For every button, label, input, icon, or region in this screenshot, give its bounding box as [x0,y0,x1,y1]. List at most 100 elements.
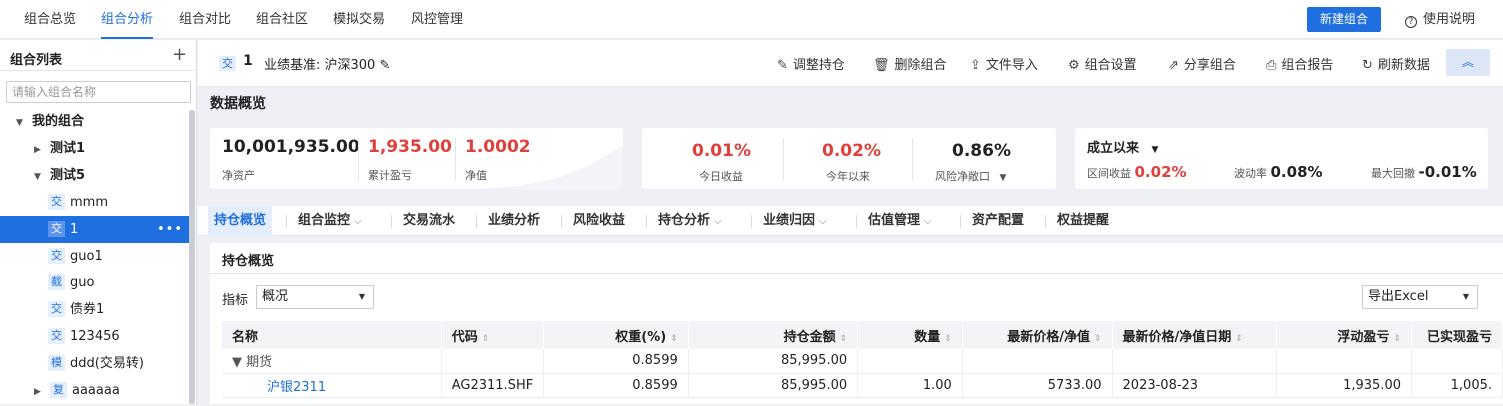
subtab-label: 权益提醒 [1057,213,1110,228]
column-header-6[interactable]: 最新价格/净值日期 ⇕ [1112,321,1278,349]
tree-item-label: ddd(交易转) [70,356,144,372]
subtab-0[interactable]: 持仓概览 [208,206,273,236]
scrollbar-thumb[interactable] [189,110,195,404]
toolbar-action-1[interactable]: 🗑 删除组合 [873,54,947,73]
collapse-icon[interactable]: ︽ [1446,49,1490,76]
subtab-label: 估值管理 [868,213,921,228]
chevron-down-icon: ⌵ [924,216,932,227]
table-cell: AG2311.SHF [441,373,545,398]
settings-icon: ⚙ [1068,58,1080,73]
subtab-4[interactable]: 风险收益 [573,206,625,236]
tree-item-label: guo [70,275,95,291]
toolbar-action-2[interactable]: ⇪ 文件导入 [970,54,1038,73]
tree-item-3[interactable]: 交 mmm [0,189,189,216]
add-portfolio-icon[interactable]: + [172,44,187,65]
column-header-8[interactable]: 已实现盈亏 [1411,321,1503,349]
chevron-down-icon: ▼ [1462,292,1469,301]
nav-label: 净值 [465,169,487,182]
benchmark-label: 业绩基准: 沪深300 ✎ [264,58,391,73]
tree-item-2[interactable]: ▼ 测试5 [0,162,189,189]
new-portfolio-button[interactable]: 新建组合 [1307,7,1381,32]
indicator-select[interactable]: 概况 ▼ [256,285,374,309]
subtab-6[interactable]: 业绩归因 ⌵ [763,206,827,236]
sort-icon[interactable]: ⇕ [944,334,952,344]
period-dropdown[interactable]: 成立以来 ▼ [1087,137,1158,156]
tree-item-4[interactable]: 交 1 ••• [0,215,189,243]
sort-icon[interactable]: ⇕ [840,334,848,344]
tree-item-label: 测试1 [50,140,86,156]
tree-item-6[interactable]: 截 guo [0,269,189,296]
edit-benchmark-icon[interactable]: ✎ [379,58,390,73]
caret-right-icon[interactable]: ▶ [34,137,44,164]
tree-item-7[interactable]: 交债券1 [0,296,189,323]
tree-item-9[interactable]: 模 ddd(交易转) [0,350,189,377]
portfolio-type-tag: 交 [48,301,65,318]
tree-item-8[interactable]: 交 123456 [0,323,189,350]
tree-item-10[interactable]: ▶ 复 aaaaaa [0,377,189,404]
column-header-7[interactable]: 浮动盈亏 ⇕ [1276,321,1412,349]
subtab-3[interactable]: 业绩分析 [488,206,540,236]
analysis-subtabs: 持仓概览 组合监控 ⌵ 交易流水 业绩分析 风险收益 持仓分析 ⌵ 业绩归因 ⌵ 估值管理 ⌵ 资产配置… [198,206,1503,236]
toolbar-action-label: 组合设置 [1084,58,1137,73]
nav-tab-simulated-trading[interactable]: 模拟交易 [333,0,385,39]
subtab-1[interactable]: 组合监控 ⌵ [298,206,362,236]
table-cell: 1,005. [1411,373,1503,398]
portfolio-type-tag: 模 [48,355,65,372]
caret-right-icon[interactable]: ▶ [34,379,44,406]
sort-icon[interactable]: ⇕ [670,334,678,344]
column-header-5[interactable]: 最新价格/净值 ⇕ [962,321,1113,349]
table-row[interactable]: ▼ 期货 0.8599 85,995.00 [222,349,1503,374]
sort-icon[interactable]: ⇕ [1393,334,1401,344]
column-header-label: 已实现盈亏 [1426,329,1492,345]
table-cell [1276,349,1412,374]
table-cell: ▼ 期货 [222,349,442,374]
sort-icon[interactable]: ⇕ [1235,334,1243,344]
export-excel-select[interactable]: 导出Excel ▼ [1362,285,1478,309]
toolbar-action-0[interactable]: ✎ 调整持仓 [777,54,845,73]
column-header-4[interactable]: 数量 ⇕ [857,321,963,349]
subtab-divider [856,215,857,228]
sort-icon[interactable]: ⇕ [482,334,490,344]
nav-tab-overview[interactable]: 组合总览 [24,0,76,39]
portfolio-type-tag: 截 [48,274,65,291]
column-header-2[interactable]: 权重(%) ⇕ [543,321,689,349]
toolbar-action-label: 刷新数据 [1377,58,1430,73]
help-link[interactable]: ? 使用说明 [1405,0,1475,39]
section-title: 数据概览 [210,96,266,112]
toolbar-action-4[interactable]: ⇗ 分享组合 [1168,54,1236,73]
table-row[interactable]: 沪银2311 AG2311.SHF 0.8599 85,995.00 1.00 5733.… [222,373,1503,398]
tree-item-1[interactable]: ▶ 测试1 [0,135,189,162]
net-exposure-dropdown[interactable]: 风险净敞口 ▼ [935,168,1006,184]
sort-icon[interactable]: ⇕ [1094,334,1102,344]
toolbar-action-5[interactable]: ⎙ 组合报告 [1266,54,1333,73]
toolbar-action-6[interactable]: ↻ 刷新数据 [1362,54,1430,73]
toolbar-action-3[interactable]: ⚙ 组合设置 [1068,54,1137,73]
subtab-8[interactable]: 资产配置 [972,206,1024,236]
tree-item-5[interactable]: 交 guo1 [0,243,189,270]
subtab-2[interactable]: 交易流水 [403,206,455,236]
divider [912,138,913,180]
nav-tab-compare[interactable]: 组合对比 [179,0,231,39]
caret-down-icon[interactable]: ▼ [16,110,26,137]
subtab-7[interactable]: 估值管理 ⌵ [868,206,932,236]
nav-tab-risk-control[interactable]: 风控管理 [411,0,463,39]
portfolio-search-input[interactable] [6,81,191,103]
import-icon: ⇪ [970,58,981,73]
tree-item-label: 测试5 [50,167,86,183]
tree-item-0[interactable]: ▼ 我的组合 [0,108,189,135]
tree-item-label: 123456 [70,329,120,345]
help-label: 使用说明 [1423,12,1476,27]
share-icon: ⇗ [1168,58,1179,73]
column-header-3[interactable]: 持仓金额 ⇕ [688,321,859,349]
table-cell: 5733.00 [962,373,1113,398]
column-header-1[interactable]: 代码 ⇕ [441,321,545,349]
subtab-5[interactable]: 持仓分析 ⌵ [658,206,722,236]
subtab-9[interactable]: 权益提醒 [1057,206,1109,236]
more-options-icon[interactable]: ••• [157,216,183,243]
sidebar-scrollbar[interactable] [189,110,195,404]
caret-down-icon[interactable]: ▼ [34,164,44,191]
table-cell[interactable]: 沪银2311 [222,373,442,398]
nav-tab-analysis[interactable]: 组合分析 [101,0,154,39]
nav-tab-community[interactable]: 组合社区 [256,0,308,39]
subtab-label: 业绩分析 [488,213,541,228]
